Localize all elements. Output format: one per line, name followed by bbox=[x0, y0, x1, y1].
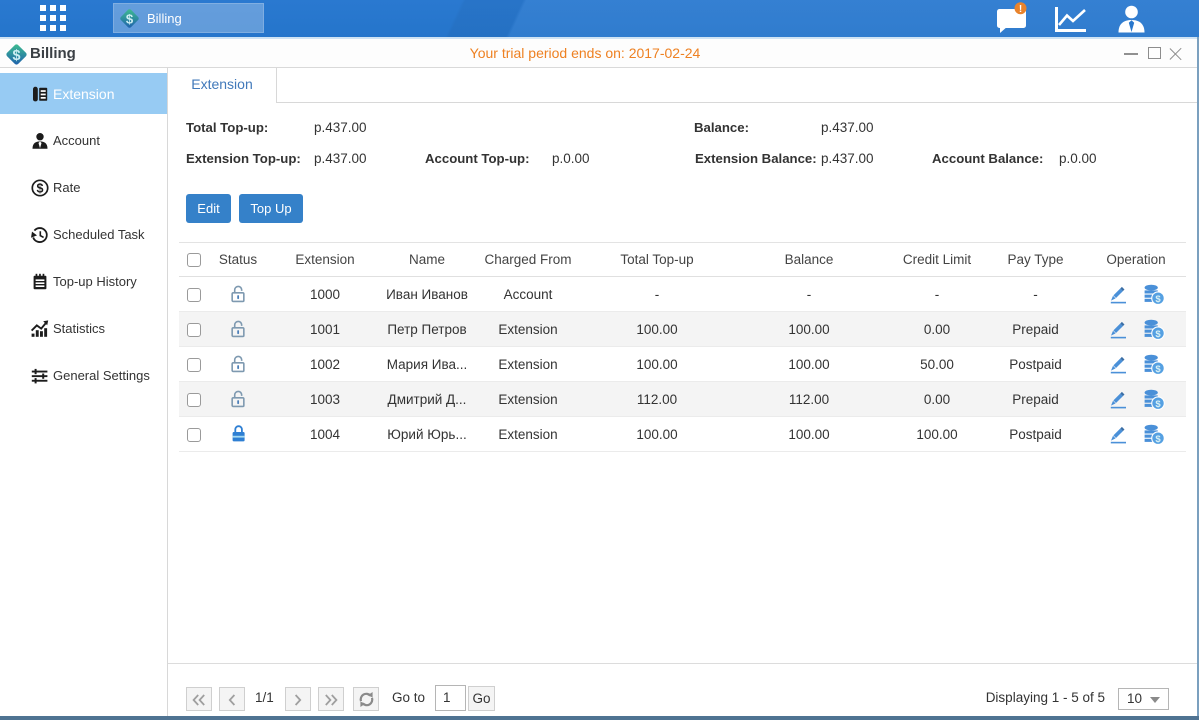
svg-text:$: $ bbox=[37, 181, 44, 195]
svg-text:$: $ bbox=[1155, 329, 1161, 340]
svg-text:!: ! bbox=[1019, 4, 1022, 15]
svg-text:$: $ bbox=[126, 11, 134, 26]
svg-text:$: $ bbox=[1155, 434, 1161, 445]
svg-text:$: $ bbox=[1155, 399, 1161, 410]
svg-text:$: $ bbox=[1155, 294, 1161, 305]
svg-text:$: $ bbox=[1155, 364, 1161, 375]
